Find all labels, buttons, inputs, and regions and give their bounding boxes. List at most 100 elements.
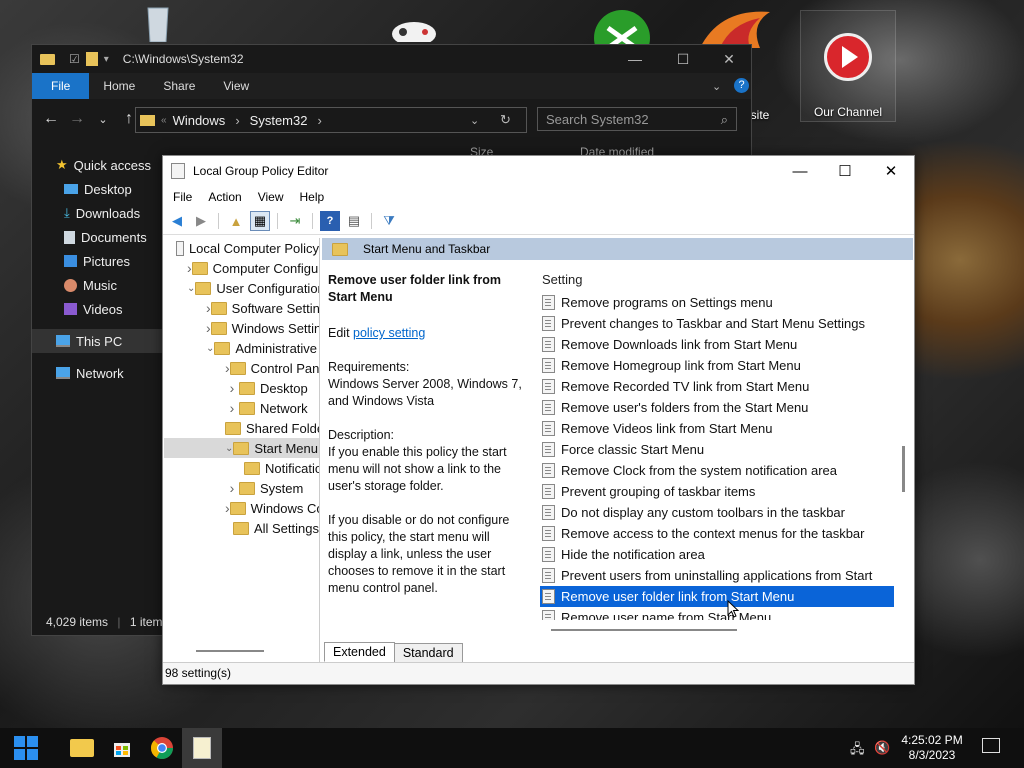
taskbar-policy-editor[interactable]: [182, 728, 222, 768]
setting-row[interactable]: Remove user name from Start Menu: [540, 607, 894, 620]
nav-this-pc[interactable]: This PC: [32, 329, 162, 353]
forward-arrow-icon[interactable]: →: [64, 110, 90, 128]
back-arrow-icon[interactable]: ←: [38, 110, 64, 128]
nav-music[interactable]: Music: [32, 273, 162, 297]
nav-network[interactable]: Network: [32, 361, 162, 385]
recycle-bin-icon[interactable]: [130, 2, 186, 43]
setting-row[interactable]: Remove programs on Settings menu: [540, 292, 894, 313]
chevron-down-icon[interactable]: ⌄: [225, 443, 233, 454]
chevron-right-icon[interactable]: ›: [225, 360, 230, 376]
breadcrumb-separator-icon[interactable]: ›: [235, 113, 239, 128]
tree-node[interactable]: › Computer Configuration: [164, 258, 319, 278]
forward-arrow-icon[interactable]: ▶: [191, 211, 211, 231]
ribbon-tab-file[interactable]: File: [32, 73, 90, 99]
network-status-icon[interactable]: 🖧: [850, 740, 865, 762]
policy-tree-pane[interactable]: Local Computer Policy › Computer Configura…: [164, 238, 320, 662]
help-icon[interactable]: ?: [320, 211, 340, 231]
tree-node[interactable]: › Desktop: [164, 378, 319, 398]
minimize-button[interactable]: —: [612, 45, 658, 73]
maximize-button[interactable]: ☐: [660, 45, 706, 73]
tree-node[interactable]: › Control Panel: [164, 358, 319, 378]
filter-icon[interactable]: ⧩: [379, 211, 399, 231]
setting-row[interactable]: Do not display any custom toolbars in th…: [540, 502, 894, 523]
chevron-down-icon[interactable]: ⌄: [712, 80, 721, 93]
tree-node[interactable]: Notifications: [164, 458, 319, 478]
chevron-down-icon[interactable]: ▾: [104, 54, 109, 65]
setting-row[interactable]: Remove Homegroup link from Start Menu: [540, 355, 894, 376]
group-policy-editor-window[interactable]: Local Group Policy Editor — ☐ ✕ File Act…: [162, 155, 915, 685]
ribbon-tab-home[interactable]: Home: [89, 73, 149, 99]
desktop-icon-our-channel[interactable]: Our Channel: [800, 10, 896, 122]
setting-row[interactable]: Prevent changes to Taskbar and Start Men…: [540, 313, 894, 334]
tree-node[interactable]: ⌄ User Configuration: [164, 278, 319, 298]
notification-center-icon[interactable]: [982, 738, 1000, 753]
recent-chevron-icon[interactable]: ⌄: [90, 113, 116, 126]
taskbar-store[interactable]: [102, 728, 142, 768]
setting-row[interactable]: Force classic Start Menu: [540, 439, 894, 460]
properties-icon[interactable]: ▤: [344, 211, 364, 231]
search-input[interactable]: Search System32 ⌕: [537, 107, 737, 131]
tree-node[interactable]: ⌄ Start Menu and Taskbar: [164, 438, 319, 458]
checkbox-icon[interactable]: ☑: [69, 52, 80, 66]
setting-row[interactable]: Remove user folder link from Start Menu: [540, 586, 894, 607]
ribbon-tab-view[interactable]: View: [209, 73, 263, 99]
menu-file[interactable]: File: [165, 190, 200, 204]
volume-muted-icon[interactable]: 🔇: [874, 740, 890, 756]
nav-quick-access[interactable]: ★ Quick access: [32, 153, 162, 177]
tree-node[interactable]: › Network: [164, 398, 319, 418]
nav-desktop[interactable]: Desktop: [32, 177, 162, 201]
setting-row[interactable]: Prevent users from uninstalling applicat…: [540, 565, 894, 586]
address-dropdown-icon[interactable]: ⌄: [470, 114, 479, 127]
chevron-right-icon[interactable]: ›: [225, 500, 230, 516]
folder-icon[interactable]: [85, 52, 98, 66]
tree-node[interactable]: › Windows Components: [164, 498, 319, 518]
tree-node[interactable]: › Windows Settings: [164, 318, 319, 338]
chevron-down-icon[interactable]: ⌄: [187, 283, 195, 294]
chevron-right-icon[interactable]: ›: [225, 380, 239, 396]
address-bar[interactable]: « Windows › System32 › ⌄ ↻: [135, 107, 527, 133]
setting-row[interactable]: Hide the notification area: [540, 544, 894, 565]
breadcrumb-system32[interactable]: System32: [250, 113, 308, 128]
nav-downloads[interactable]: ⤓ Downloads: [32, 201, 162, 225]
tree-node[interactable]: Local Computer Policy: [164, 238, 319, 258]
chevron-right-icon[interactable]: ›: [206, 320, 211, 336]
start-button[interactable]: [6, 728, 46, 768]
breadcrumb-windows[interactable]: Windows: [173, 113, 226, 128]
flame-icon[interactable]: [690, 8, 780, 48]
menu-help[interactable]: Help: [292, 190, 333, 204]
edit-policy-setting-link[interactable]: policy setting: [353, 326, 425, 340]
setting-row[interactable]: Remove user's folders from the Start Men…: [540, 397, 894, 418]
back-arrow-icon[interactable]: ◀: [167, 211, 187, 231]
setting-row[interactable]: Prevent grouping of taskbar items: [540, 481, 894, 502]
menu-view[interactable]: View: [250, 190, 292, 204]
vertical-scrollbar-thumb[interactable]: [902, 446, 905, 492]
setting-row[interactable]: Remove Recorded TV link from Start Menu: [540, 376, 894, 397]
breadcrumb-separator-icon[interactable]: ›: [317, 113, 321, 128]
nav-videos[interactable]: Videos: [32, 297, 162, 321]
nav-documents[interactable]: Documents: [32, 225, 162, 249]
column-header-setting[interactable]: Setting: [540, 268, 894, 292]
tree-node[interactable]: Shared Folders: [164, 418, 319, 438]
gamepad-icon[interactable]: [384, 12, 444, 46]
up-folder-icon[interactable]: ▲: [226, 211, 246, 231]
refresh-icon[interactable]: ↻: [500, 112, 511, 128]
chevron-right-icon[interactable]: ›: [225, 400, 239, 416]
setting-row[interactable]: Remove Clock from the system notificatio…: [540, 460, 894, 481]
setting-row[interactable]: Remove access to the context menus for t…: [540, 523, 894, 544]
tree-node[interactable]: › System: [164, 478, 319, 498]
horizontal-scrollbar-thumb[interactable]: [551, 629, 737, 631]
help-icon[interactable]: ?: [734, 78, 749, 93]
maximize-button[interactable]: ☐: [822, 156, 868, 186]
tree-node[interactable]: › Software Settings: [164, 298, 319, 318]
show-hide-tree-icon[interactable]: ▦: [250, 211, 270, 231]
chevron-right-icon[interactable]: ›: [225, 480, 239, 496]
export-list-icon[interactable]: ⇥: [285, 211, 305, 231]
chevron-right-icon[interactable]: ›: [187, 260, 192, 276]
tree-node[interactable]: ⌄ Administrative Templates: [164, 338, 319, 358]
close-button[interactable]: ✕: [868, 156, 914, 186]
nav-pictures[interactable]: Pictures: [32, 249, 162, 273]
taskbar-chrome[interactable]: [142, 728, 182, 768]
ribbon-tab-share[interactable]: Share: [149, 73, 209, 99]
chevron-down-icon[interactable]: ⌄: [206, 343, 214, 354]
tree-horizontal-scrollbar-thumb[interactable]: [196, 650, 264, 652]
